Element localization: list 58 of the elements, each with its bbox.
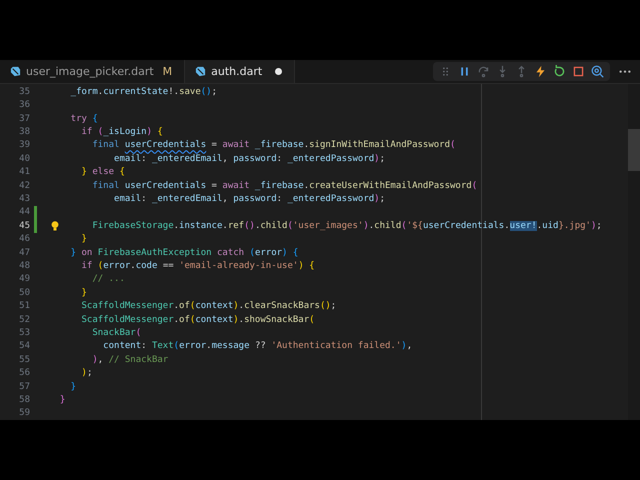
line-number: 39 xyxy=(18,140,30,150)
line-number: 44 xyxy=(18,207,30,218)
code-line: if (error.code == 'email-already-in-use') { xyxy=(80,261,315,271)
line-number: 53 xyxy=(18,328,30,338)
line-number: 54 xyxy=(18,341,30,352)
line-number: 42 xyxy=(18,180,30,191)
dart-file-icon xyxy=(195,66,206,78)
line-number: 38 xyxy=(18,127,30,138)
code-line: SnackBar( xyxy=(91,328,142,338)
line-number: 41 xyxy=(18,167,30,178)
code-line: ); xyxy=(80,368,92,378)
code-line: final userCredentials = await _firebase.signInWithEmailAndPassword( xyxy=(91,140,456,150)
code-line: try { xyxy=(70,114,98,124)
editor-tab[interactable]: auth.dart xyxy=(185,60,296,84)
line-number: 43 xyxy=(18,194,30,204)
code-line: } else { xyxy=(80,167,125,178)
modified-status: M xyxy=(162,65,172,78)
code-line: } xyxy=(58,394,66,405)
line-number: 49 xyxy=(18,274,30,284)
line-number: 57 xyxy=(18,382,30,392)
code-line: ), // SnackBar xyxy=(91,354,168,365)
code-line: email: _enteredEmail, password: _enteredPassword); xyxy=(113,154,386,164)
line-number: 36 xyxy=(18,100,30,110)
line-number: 59 xyxy=(18,408,30,418)
code-line: } xyxy=(80,234,87,244)
line-number: 45 xyxy=(18,220,30,231)
code-line: ScaffoldMessenger.of(context).clearSnackBars(); xyxy=(80,301,336,312)
code-line: } xyxy=(80,288,87,298)
line-number: 51 xyxy=(18,301,30,312)
code-line: _form.currentState!.save(); xyxy=(70,86,218,97)
lightbulb-icon[interactable] xyxy=(51,221,59,232)
code-line: // ... xyxy=(91,274,125,284)
code-line: email: _enteredEmail, password: _enteredPassword); xyxy=(113,194,386,204)
lightning-icon[interactable] xyxy=(534,65,547,78)
code-line: FirebaseStorage.instance.ref().child('user_images').child('${userCredentials.user!.uid}.jpg'); xyxy=(91,220,602,231)
code-line: } xyxy=(70,382,76,392)
code-line: if (_isLogin) { xyxy=(80,127,163,138)
restart-icon[interactable] xyxy=(553,65,566,78)
line-number: 35 xyxy=(18,86,30,97)
line-number: 58 xyxy=(18,394,30,405)
devtools-search-icon[interactable] xyxy=(591,65,604,78)
code-line: ScaffoldMessenger.of(context).showSnackBar( xyxy=(80,314,315,325)
line-number: 47 xyxy=(18,248,30,258)
line-number: 55 xyxy=(18,354,30,365)
scrollbar[interactable] xyxy=(628,84,640,420)
dart-file-icon xyxy=(10,66,21,78)
stop-icon[interactable] xyxy=(572,65,585,78)
line-number: 50 xyxy=(18,288,30,298)
line-number: 37 xyxy=(18,114,30,124)
code-line: content: Text(error.message ?? 'Authentication failed.'), xyxy=(102,341,412,352)
line-number: 56 xyxy=(18,368,30,378)
code-line: } on FirebaseAuthException catch (error) { xyxy=(70,248,298,258)
line-number: 48 xyxy=(18,261,30,271)
line-number: 46 xyxy=(18,234,30,244)
unsaved-dot xyxy=(275,68,282,76)
line-number: 40 xyxy=(18,154,30,164)
code-line: final userCredentials = await _firebase.createUserWithEmailAndPassword( xyxy=(91,180,478,191)
line-number: 52 xyxy=(18,314,30,325)
